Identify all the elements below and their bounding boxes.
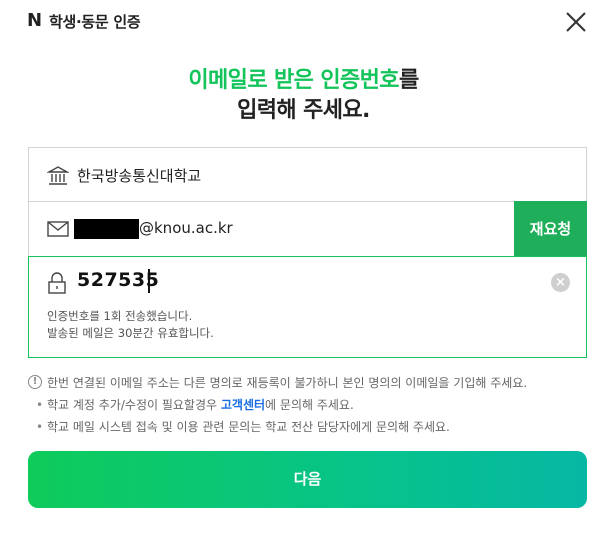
info-icon: ! [28,375,42,389]
clear-button[interactable]: × [551,273,570,292]
code-info-valid: 발송된 메일은 30분간 유효합니다. [47,326,214,340]
mail-icon [47,221,69,237]
code-input[interactable]: 527535 [77,269,159,291]
resend-button[interactable]: 재요청 [514,201,587,257]
notice-main-text: 한번 연결된 이메일 주소는 다른 명의로 재등록이 불가하니 본인 명의의 이… [47,376,528,390]
school-name: 한국방송통신대학교 [77,167,202,185]
notice-bullet-1: • 학교 계정 추가/수정이 필요할경우 고객센터에 문의해 주세요. [28,394,588,416]
school-building-icon [47,166,69,185]
headline-highlight: 이메일로 받은 인증번호 [188,68,399,93]
close-icon [566,12,586,32]
headline-line2: 입력해 주세요. [237,98,370,123]
verification-form: 한국방송통신대학교 @knou.ac.kr 재요청 527535 × 인증번호를… [28,147,587,358]
headline: 이메일로 받은 인증번호를 입력해 주세요. [0,66,607,126]
next-button[interactable]: 다음 [28,451,587,508]
code-info: 인증번호를 1회 전송했습니다. 발송된 메일은 30분간 유효합니다. [47,308,214,342]
bullet-dot: • [36,420,44,434]
email-field[interactable]: @knou.ac.kr 재요청 [28,201,587,257]
email-redaction [74,219,139,239]
school-field: 한국방송통신대학교 [28,147,587,202]
customer-center-link[interactable]: 고객센터 [221,398,265,412]
notice-bullet-1-suffix: 에 문의해 주세요. [265,398,354,412]
notice-bullet-2: • 학교 메일 시스템 접속 및 이용 관련 문의는 학교 전산 담당자에게 문… [28,416,588,438]
text-caret [148,269,150,293]
bullet-dot: • [36,398,44,412]
page-title: 학생·동문 인증 [49,13,141,31]
notice-bullet-2-text: 학교 메일 시스템 접속 및 이용 관련 문의는 학교 전산 담당자에게 문의해… [47,420,450,434]
naver-logo: N [27,10,43,31]
header: N 학생·동문 인증 [0,0,607,46]
notice-list: ! 한번 연결된 이메일 주소는 다른 명의로 재등록이 불가하니 본인 명의의… [28,372,588,438]
close-button[interactable] [562,8,590,36]
lock-icon [48,272,66,294]
clear-icon: × [555,275,566,290]
code-field[interactable]: 527535 × 인증번호를 1회 전송했습니다. 발송된 메일은 30분간 유… [28,256,587,358]
email-domain: @knou.ac.kr [139,219,233,237]
notice-main: ! 한번 연결된 이메일 주소는 다른 명의로 재등록이 불가하니 본인 명의의… [28,372,588,394]
headline-suffix: 를 [398,68,419,93]
code-info-sent: 인증번호를 1회 전송했습니다. [47,309,193,323]
notice-bullet-1-text: 학교 계정 추가/수정이 필요할경우 [47,398,221,412]
